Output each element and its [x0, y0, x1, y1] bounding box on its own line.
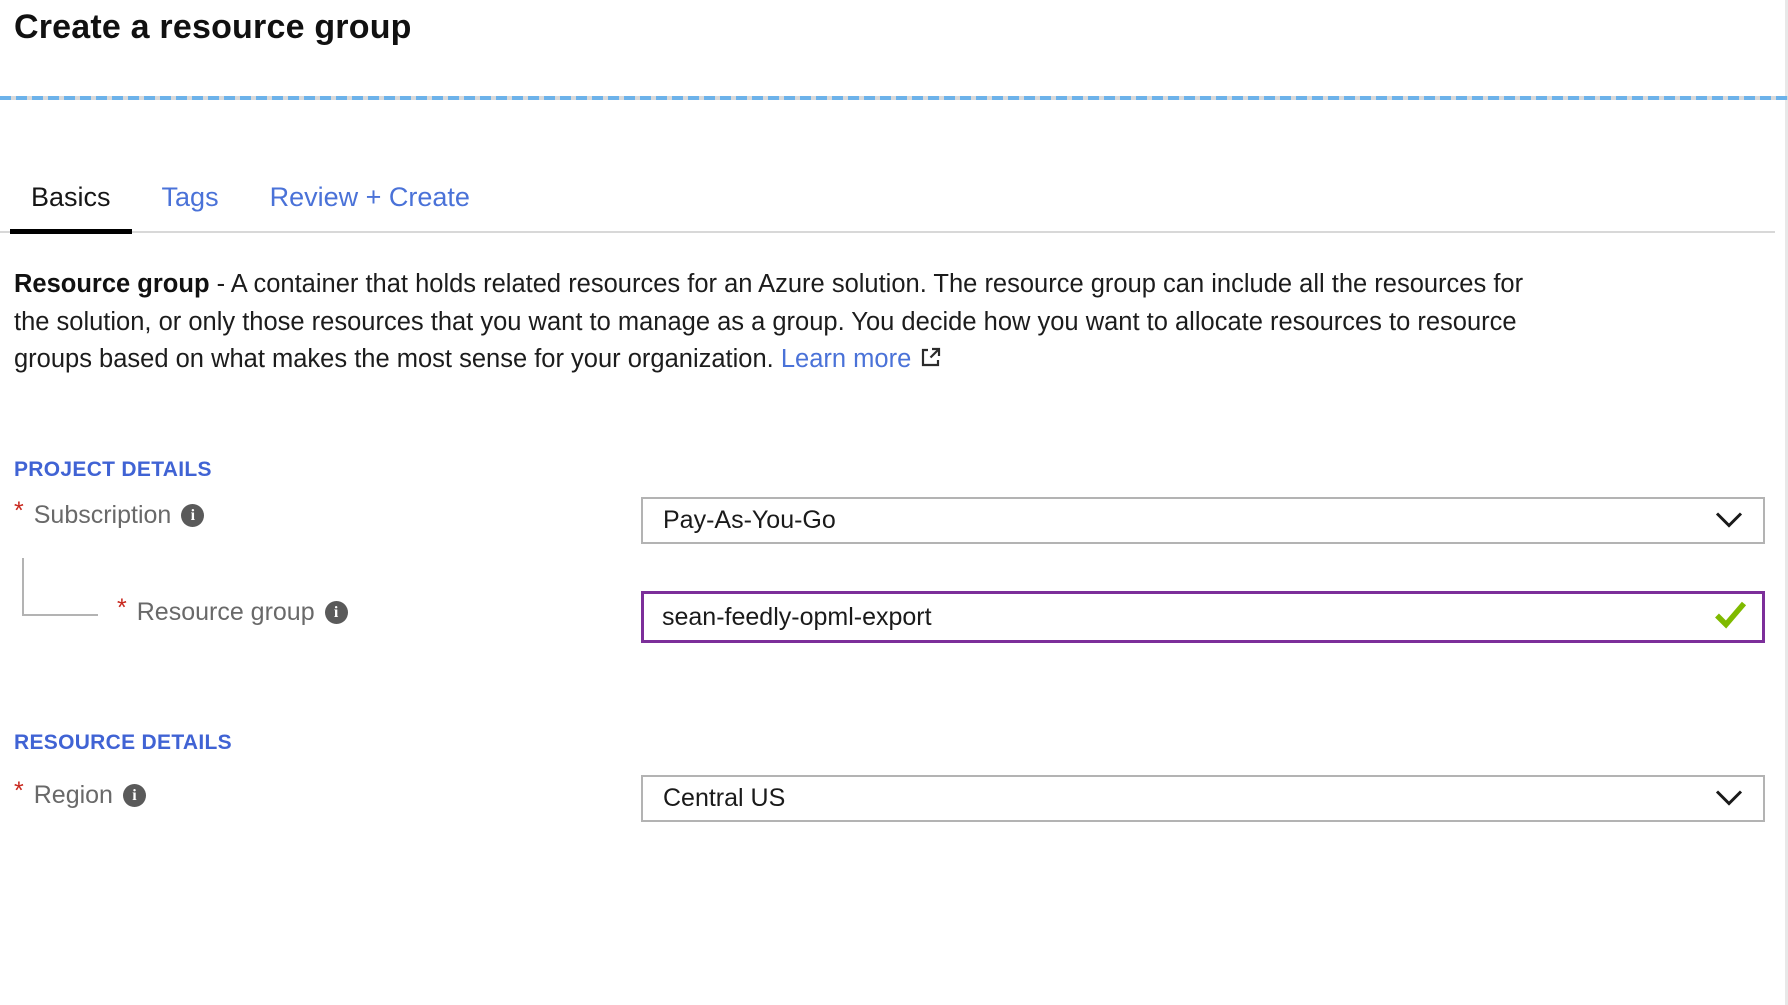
required-asterisk: * — [117, 594, 127, 623]
required-asterisk: * — [14, 497, 24, 526]
chevron-down-icon — [1715, 784, 1743, 813]
resource-group-field — [641, 591, 1765, 643]
resource-group-label-text: Resource group — [137, 598, 315, 627]
tab-basics[interactable]: Basics — [10, 178, 132, 234]
required-asterisk: * — [14, 777, 24, 806]
indent-connector-vertical — [22, 558, 24, 616]
tabbar: Basics Tags Review + Create — [0, 178, 1775, 233]
region-label: * Region i — [14, 781, 146, 810]
subscription-label: * Subscription i — [14, 501, 204, 530]
info-icon[interactable]: i — [181, 504, 204, 527]
subscription-label-text: Subscription — [34, 501, 172, 530]
subscription-value: Pay-As-You-Go — [663, 506, 836, 535]
subscription-dropdown[interactable]: Pay-As-You-Go — [641, 497, 1765, 544]
section-resource-details: RESOURCE DETAILS — [14, 731, 232, 755]
valid-check-icon — [1714, 601, 1748, 634]
indent-connector-horizontal — [22, 614, 98, 616]
region-label-text: Region — [34, 781, 113, 810]
section-project-details: PROJECT DETAILS — [14, 458, 212, 482]
description-body: - A container that holds related resourc… — [14, 270, 1523, 373]
region-value: Central US — [663, 784, 785, 813]
info-icon[interactable]: i — [325, 601, 348, 624]
chevron-down-icon — [1715, 506, 1743, 535]
resource-group-label: * Resource group i — [117, 598, 348, 627]
tab-tags[interactable]: Tags — [141, 178, 240, 234]
info-icon[interactable]: i — [123, 784, 146, 807]
region-dropdown[interactable]: Central US — [641, 775, 1765, 822]
tab-review-create[interactable]: Review + Create — [249, 178, 491, 234]
resource-group-description: Resource group - A container that holds … — [14, 266, 1530, 381]
resource-group-input[interactable] — [644, 594, 1762, 640]
page-title: Create a resource group — [14, 8, 412, 47]
dashed-divider — [0, 96, 1788, 100]
learn-more-link[interactable]: Learn more — [781, 345, 911, 373]
description-lead: Resource group — [14, 270, 210, 298]
external-link-icon — [919, 343, 943, 381]
